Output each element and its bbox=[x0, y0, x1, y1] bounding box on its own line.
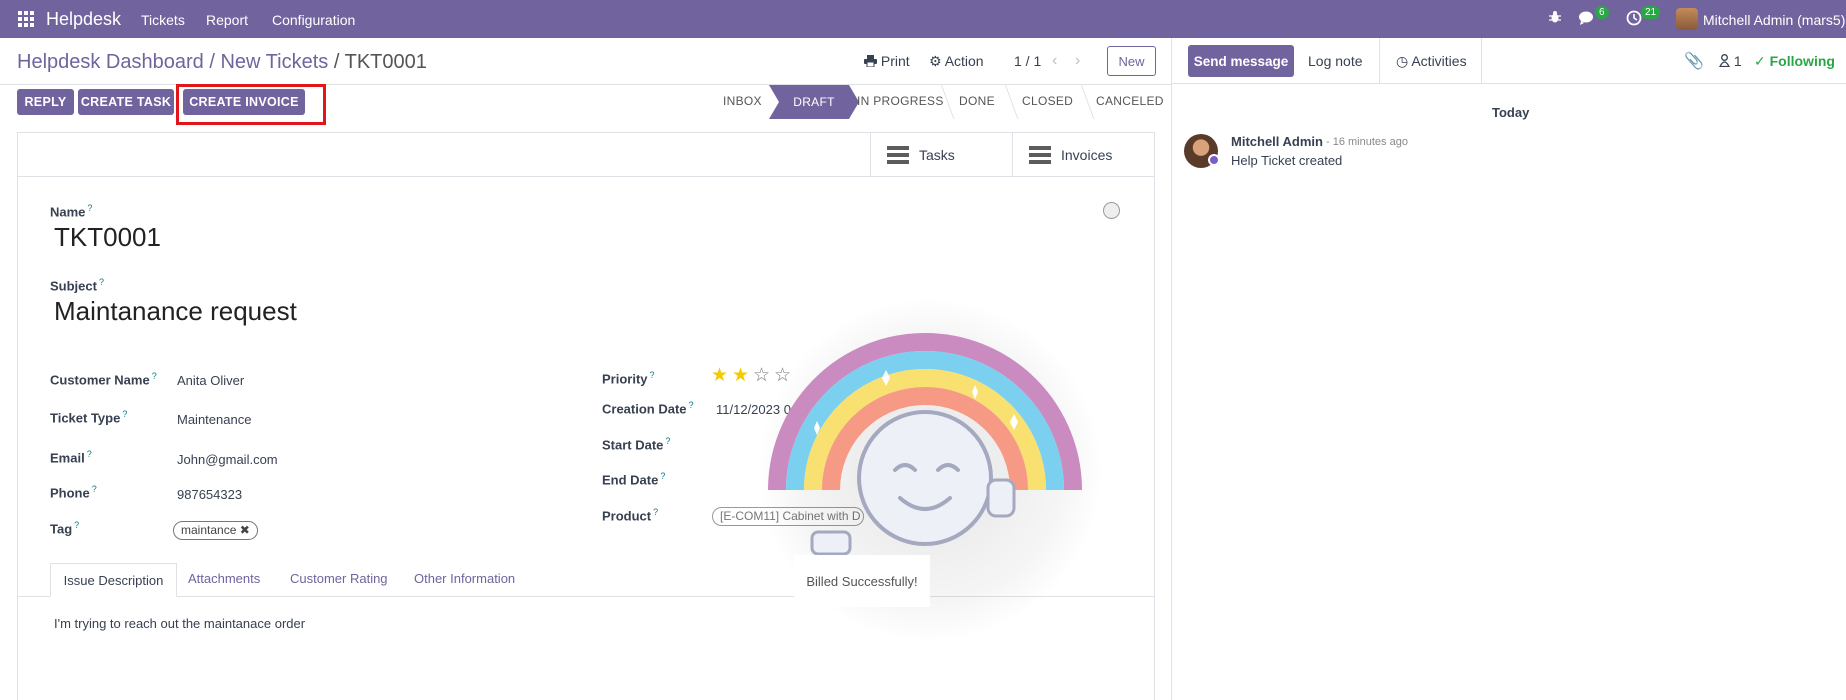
followers-button[interactable]: 1 bbox=[1718, 53, 1742, 69]
stage-canceled[interactable]: CANCELED bbox=[1096, 94, 1164, 108]
top-navbar: Helpdesk Tickets Report Configuration 6 … bbox=[0, 0, 1846, 38]
date-separator: Today bbox=[1492, 105, 1530, 120]
priority-star-2[interactable]: ★ bbox=[732, 364, 749, 387]
print-label: Print bbox=[880, 53, 910, 69]
check-icon: ✓ bbox=[1754, 53, 1766, 69]
activities-label: Activities bbox=[1411, 53, 1467, 69]
app-menu-icon[interactable] bbox=[18, 11, 34, 27]
breadcrumb: Helpdesk Dashboard / New Tickets / TKT00… bbox=[17, 51, 427, 74]
kanban-state-indicator[interactable] bbox=[1103, 202, 1120, 219]
start-date-label: Start Date? bbox=[602, 436, 671, 453]
tag-chip[interactable]: maintance ✖ bbox=[173, 521, 258, 540]
breadcrumb-new-tickets[interactable]: New Tickets bbox=[220, 51, 328, 73]
tab-customer-rating[interactable]: Customer Rating bbox=[290, 571, 388, 586]
tab-other-information[interactable]: Other Information bbox=[414, 571, 515, 586]
customer-name-field[interactable]: Anita Oliver bbox=[177, 373, 244, 388]
following-label: Following bbox=[1769, 53, 1835, 69]
reply-button[interactable]: REPLY bbox=[17, 89, 74, 115]
message-time: - 16 minutes ago bbox=[1326, 136, 1408, 148]
activities-button[interactable]: ◷ Activities bbox=[1396, 53, 1467, 70]
tag-label: Tag? bbox=[50, 520, 80, 537]
user-avatar[interactable] bbox=[1676, 8, 1698, 30]
action-label: Action bbox=[944, 53, 984, 69]
app-brand[interactable]: Helpdesk bbox=[46, 9, 121, 30]
email-label: Email? bbox=[50, 449, 92, 466]
tab-issue-description[interactable]: Issue Description bbox=[50, 563, 177, 597]
ticket-type-field[interactable]: Maintenance bbox=[177, 412, 251, 427]
stage-separator bbox=[1070, 85, 1095, 119]
action-button[interactable]: ⚙ Action bbox=[929, 53, 984, 70]
menu-configuration[interactable]: Configuration bbox=[272, 12, 355, 28]
paperclip-icon[interactable]: 📎 bbox=[1684, 51, 1704, 71]
menu-tickets[interactable]: Tickets bbox=[141, 12, 185, 28]
highlight-box bbox=[176, 84, 326, 125]
breadcrumb-separator: / bbox=[333, 51, 340, 73]
stage-done[interactable]: DONE bbox=[959, 94, 995, 108]
print-button[interactable]: Print bbox=[864, 53, 910, 69]
subject-label: Subject? bbox=[50, 277, 104, 294]
pager-prev-icon[interactable]: ‹ bbox=[1052, 52, 1057, 70]
priority-star-1[interactable]: ★ bbox=[711, 364, 728, 387]
new-button[interactable]: New bbox=[1107, 46, 1156, 76]
print-icon bbox=[864, 55, 877, 68]
tasks-smart-button[interactable]: Tasks bbox=[870, 133, 1012, 177]
user-menu[interactable]: Mitchell Admin (mars5) bbox=[1703, 12, 1845, 28]
gear-icon: ⚙ bbox=[929, 53, 942, 69]
stage-draft[interactable]: DRAFT bbox=[769, 85, 859, 119]
clock-icon: ◷ bbox=[1396, 53, 1409, 69]
divider bbox=[1379, 38, 1380, 83]
stage-in-progress[interactable]: IN PROGRESS bbox=[857, 94, 944, 108]
tasks-icon bbox=[887, 146, 909, 164]
bug-icon[interactable] bbox=[1548, 10, 1562, 28]
pager-value[interactable]: 1 / 1 bbox=[1014, 53, 1041, 69]
phone-field[interactable]: 987654323 bbox=[177, 487, 242, 502]
divider bbox=[1481, 38, 1482, 83]
chat-count-badge: 6 bbox=[1595, 6, 1609, 19]
pager-next-icon[interactable]: › bbox=[1075, 52, 1080, 70]
follower-count: 1 bbox=[1733, 53, 1742, 69]
activity-clock-icon[interactable] bbox=[1626, 10, 1642, 30]
message-author[interactable]: Mitchell Admin bbox=[1231, 134, 1323, 149]
breadcrumb-separator: / bbox=[209, 51, 215, 73]
product-label: Product? bbox=[602, 507, 659, 524]
online-status-icon bbox=[1208, 154, 1220, 166]
invoices-icon bbox=[1029, 146, 1051, 164]
end-date-label: End Date? bbox=[602, 471, 666, 488]
breadcrumb-dashboard[interactable]: Helpdesk Dashboard bbox=[17, 51, 204, 73]
chat-icon[interactable] bbox=[1578, 10, 1596, 30]
customer-name-label: Customer Name? bbox=[50, 371, 157, 388]
tab-attachments[interactable]: Attachments bbox=[188, 571, 260, 586]
name-label: Name? bbox=[50, 203, 93, 220]
create-task-button[interactable]: CREATE TASK bbox=[78, 89, 174, 115]
activity-count-badge: 21 bbox=[1641, 6, 1661, 19]
chatter-divider bbox=[1171, 38, 1172, 700]
ticket-type-label: Ticket Type? bbox=[50, 409, 128, 426]
menu-report[interactable]: Report bbox=[206, 12, 248, 28]
following-button[interactable]: ✓ Following bbox=[1754, 53, 1835, 70]
creation-date-label: Creation Date? bbox=[602, 400, 694, 417]
stage-inbox[interactable]: INBOX bbox=[723, 94, 762, 108]
send-message-button[interactable]: Send message bbox=[1188, 45, 1294, 77]
tag-chip-label: maintance bbox=[181, 523, 237, 537]
priority-label: Priority? bbox=[602, 370, 655, 387]
phone-label: Phone? bbox=[50, 484, 97, 501]
log-note-button[interactable]: Log note bbox=[1308, 53, 1363, 69]
email-field[interactable]: John@gmail.com bbox=[177, 452, 278, 467]
invoices-label: Invoices bbox=[1061, 147, 1113, 163]
remove-tag-icon[interactable]: ✖ bbox=[240, 523, 250, 537]
divider bbox=[1172, 83, 1846, 84]
toast-message: Billed Successfully! bbox=[794, 555, 930, 607]
name-field[interactable]: TKT0001 bbox=[54, 222, 161, 253]
person-icon bbox=[1718, 54, 1731, 68]
breadcrumb-current: TKT0001 bbox=[344, 51, 427, 73]
message-body: Help Ticket created bbox=[1231, 153, 1343, 168]
invoices-smart-button[interactable]: Invoices bbox=[1012, 133, 1155, 177]
tasks-label: Tasks bbox=[919, 147, 955, 163]
stage-separator bbox=[994, 85, 1019, 119]
stage-closed[interactable]: CLOSED bbox=[1022, 94, 1073, 108]
subject-field[interactable]: Maintanance request bbox=[54, 296, 297, 327]
issue-description-text[interactable]: I'm trying to reach out the maintanace o… bbox=[54, 616, 305, 631]
